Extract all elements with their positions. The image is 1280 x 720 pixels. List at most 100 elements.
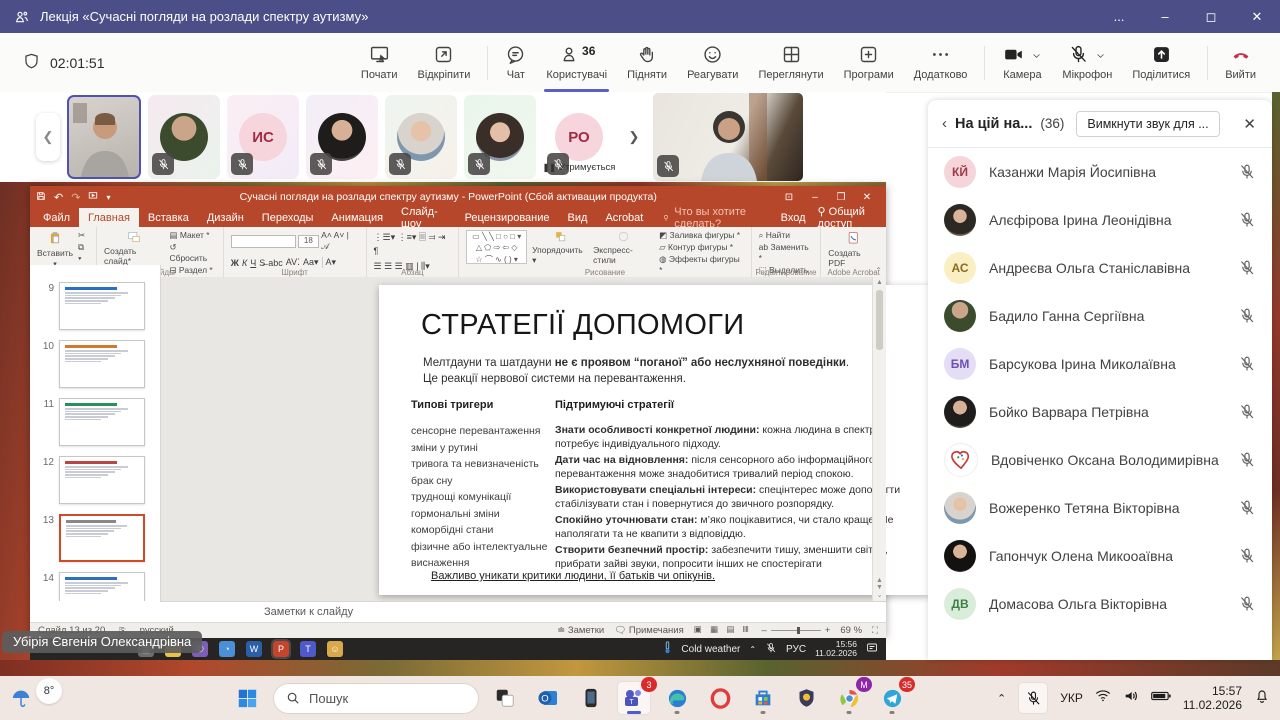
toolbar-button-react[interactable]: Реагувати xyxy=(677,34,748,92)
ppt-tellme-box[interactable]: Что вы хотите сделать? xyxy=(652,208,780,227)
participant-row[interactable]: Алєфірова Ірина Леонідівна xyxy=(928,196,1272,244)
shared-powerpoint-icon[interactable]: P xyxy=(273,641,289,657)
participant-row[interactable]: ДВДомасова Ольга Вікторівна xyxy=(928,580,1272,628)
participant-row[interactable]: Гапончук Олена Микооаївна xyxy=(928,532,1272,580)
battery-icon[interactable] xyxy=(1151,689,1171,707)
volume-icon[interactable] xyxy=(1123,689,1139,708)
window-minimize-button[interactable]: – xyxy=(1142,0,1188,33)
filmstrip-next-button[interactable]: ❯ xyxy=(622,113,646,161)
participant-row[interactable]: Бойко Варвара Петрівна xyxy=(928,388,1272,436)
comments-toggle[interactable]: 🗨 Примечания xyxy=(614,625,684,636)
tray-mic-button[interactable] xyxy=(1018,682,1048,714)
slide-thumbnail-11[interactable]: 11 xyxy=(30,393,160,451)
participant-row[interactable]: Вожеренко Тетяна Вікторівна xyxy=(928,484,1272,532)
participant-mic-muted[interactable] xyxy=(1238,163,1256,181)
participant-mic-muted[interactable] xyxy=(1238,307,1256,325)
start-slideshow-icon[interactable] xyxy=(88,191,98,204)
shared-teams-icon[interactable]: T xyxy=(300,641,316,657)
ppt-menu-tab-Файл[interactable]: Файл xyxy=(34,208,79,227)
shared-person-icon[interactable]: ☺ xyxy=(327,641,343,657)
fit-to-window-icon[interactable]: ⛶ xyxy=(872,625,878,636)
ribbon-collapse-chevron[interactable]: ⌃ xyxy=(875,266,882,275)
opera-icon[interactable] xyxy=(703,681,737,715)
create-pdf-button[interactable]: Создать PDF xyxy=(828,230,879,268)
ppt-menu-tab-Главная[interactable]: Главная xyxy=(79,208,139,227)
camera-options-chevron[interactable] xyxy=(1031,50,1042,61)
toolbar-button-share[interactable]: Поділитися xyxy=(1122,34,1200,92)
participant-mic-muted[interactable] xyxy=(1238,499,1256,517)
copy-button[interactable]: ⧉ ▾ xyxy=(78,242,89,264)
bold-button[interactable]: Ж xyxy=(231,258,239,268)
start-button[interactable] xyxy=(230,681,264,715)
self-video-tile[interactable] xyxy=(653,93,803,181)
shared-language[interactable]: РУС xyxy=(786,644,806,655)
new-slide-button[interactable]: Создать слайд* xyxy=(104,230,164,266)
participant-tile[interactable] xyxy=(306,95,378,179)
panel-back-button[interactable]: ‹ xyxy=(942,115,947,132)
zoom-slider[interactable]: –+ xyxy=(762,625,831,636)
outlook-icon[interactable]: O xyxy=(531,681,565,715)
participant-mic-muted[interactable] xyxy=(1238,547,1256,565)
panel-close-button[interactable]: ✕ xyxy=(1239,111,1260,137)
shared-word-icon[interactable]: W xyxy=(246,641,262,657)
list-buttons[interactable]: ⋮☰▾ ⋮≡▾ 🗏 ⫤ ⇥ ¶ xyxy=(374,230,452,256)
view-buttons[interactable]: ▣ ▦ ▤ 𝍬 xyxy=(694,624,752,638)
participant-mic-muted[interactable] xyxy=(1238,451,1256,469)
wifi-icon[interactable] xyxy=(1095,689,1111,707)
toolbar-button-chat[interactable]: Чат xyxy=(495,34,536,92)
toolbar-button-unpin[interactable]: Відкріпити xyxy=(407,34,480,92)
zoom-level[interactable]: 69 % xyxy=(840,625,862,636)
arrange-button[interactable]: Упорядочить ▾ xyxy=(532,230,588,266)
slide-thumbnails-panel[interactable]: 91011121314 xyxy=(30,265,161,601)
ppt-menu-tab-Анимация[interactable]: Анимация xyxy=(322,208,392,227)
ppt-ribbon-options-button[interactable]: ⊡ xyxy=(776,192,802,203)
customize-qat-icon[interactable]: ▾ xyxy=(106,193,110,202)
window-maximize-button[interactable]: ◻ xyxy=(1188,0,1234,33)
task-view-icon[interactable] xyxy=(488,681,522,715)
ppt-close-button[interactable]: ✕ xyxy=(854,192,880,203)
toolbar-button-more[interactable]: Додатково xyxy=(904,34,978,92)
save-icon[interactable] xyxy=(36,191,46,204)
slide-scrollbar[interactable]: ▲ ▲▼⌄ xyxy=(872,277,886,601)
shared-chrome-icon[interactable]: ◔ xyxy=(219,641,235,657)
phone-link-icon[interactable] xyxy=(574,681,608,715)
redo-icon[interactable]: ↷ xyxy=(71,191,80,204)
participants-list[interactable]: КЙКазанжи Марія ЙосипівнаАлєфірова Ірина… xyxy=(928,148,1272,660)
tray-expand-chevron[interactable]: ⌃ xyxy=(997,692,1006,705)
participant-mic-muted[interactable] xyxy=(1238,403,1256,421)
shared-tray-chevron[interactable]: ⌃ xyxy=(749,645,756,654)
slide-thumbnail-13[interactable]: 13 xyxy=(30,509,160,567)
ppt-menu-tab-Acrobat[interactable]: Acrobat xyxy=(596,208,652,227)
slide-thumbnail-12[interactable]: 12 xyxy=(30,451,160,509)
ppt-menu-tab-Дизайн[interactable]: Дизайн xyxy=(198,208,253,227)
notes-toggle[interactable]: ≐ Заметки xyxy=(557,625,604,636)
shape-fill-button[interactable]: ◩ Заливка фигуры * xyxy=(659,230,744,241)
ppt-menu-tab-Вставка[interactable]: Вставка xyxy=(139,208,198,227)
mute-all-button[interactable]: Вимкнути звук для ... xyxy=(1076,111,1219,137)
shared-weather-label[interactable]: Cold weather xyxy=(681,644,740,655)
shared-notifications-icon[interactable] xyxy=(866,642,878,657)
chrome-icon[interactable]: M xyxy=(832,681,866,715)
search-input[interactable]: Пошук xyxy=(273,683,479,714)
toolbar-button-start[interactable]: Почати xyxy=(351,34,408,92)
edge-icon[interactable] xyxy=(660,681,694,715)
participant-tile[interactable] xyxy=(67,95,141,179)
reset-button[interactable]: ↺ Сбросить xyxy=(169,242,215,264)
italic-button[interactable]: К xyxy=(242,258,247,268)
ppt-menu-tab-Слайд-шоу[interactable]: Слайд-шоу xyxy=(392,208,456,227)
toolbar-button-people[interactable]: 36Користувачі xyxy=(536,34,617,92)
participant-row[interactable]: Вдовіченко Оксана Володимирівна xyxy=(928,436,1272,484)
undo-icon[interactable]: ↶ xyxy=(54,191,63,204)
slide-notes-area[interactable]: Заметки к слайду xyxy=(160,601,886,622)
shared-mic-icon[interactable] xyxy=(765,642,777,657)
ppt-minimize-button[interactable]: – xyxy=(802,192,828,203)
participant-row[interactable]: АСАндреєва Ольга Станіславівна xyxy=(928,244,1272,292)
store-icon[interactable] xyxy=(746,681,780,715)
slide-thumbnail-9[interactable]: 9 xyxy=(30,277,160,335)
font-name-box[interactable] xyxy=(231,235,296,248)
window-close-button[interactable]: ✕ xyxy=(1234,0,1280,33)
participant-mic-muted[interactable] xyxy=(1238,355,1256,373)
tray-clock[interactable]: 15:5711.02.2026 xyxy=(1183,684,1242,712)
font-size-box[interactable]: 18 xyxy=(298,235,320,248)
ppt-menu-tab-Рецензирование[interactable]: Рецензирование xyxy=(456,208,559,227)
